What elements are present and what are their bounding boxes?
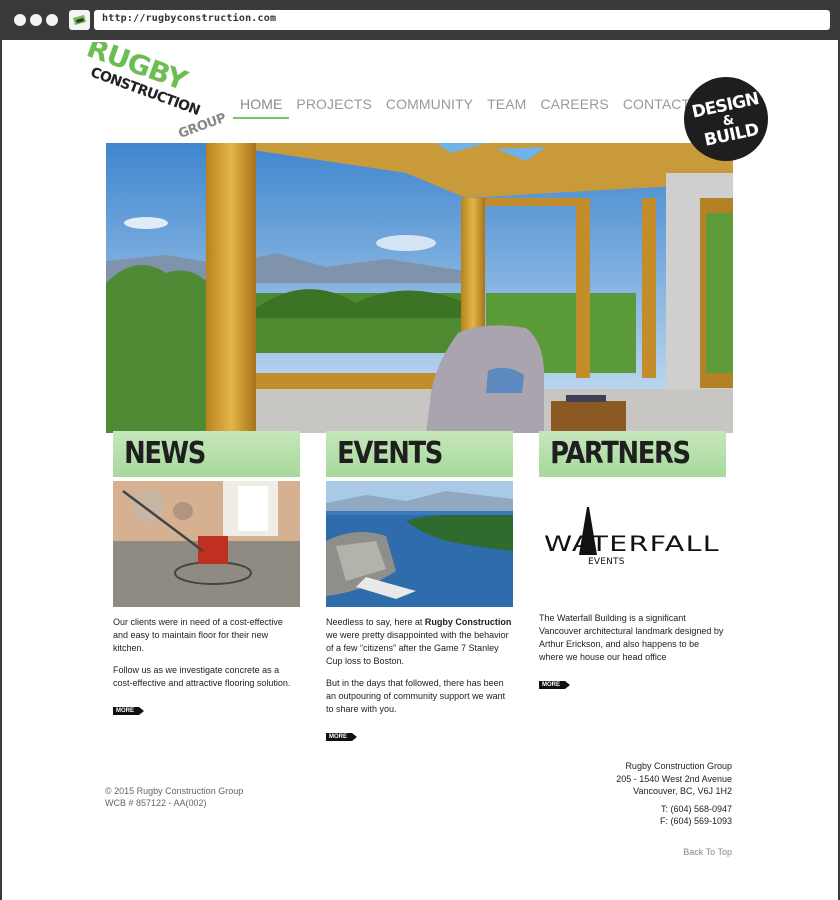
partners-column: PARTNERS WATERFALL EVENTS The Waterfall …: [539, 431, 726, 691]
news-header: NEWS: [113, 431, 300, 477]
news-more-button[interactable]: MORE: [113, 707, 144, 715]
events-paragraph: Needless to say, here at Rugby Construct…: [326, 616, 513, 668]
partners-header: PARTNERS: [539, 431, 726, 477]
window-dot-icon[interactable]: [46, 14, 58, 26]
events-company-name: Rugby Construction: [424, 617, 512, 627]
footer-left: © 2015 Rugby Construction Group WCB # 85…: [105, 785, 243, 809]
partners-more-button[interactable]: MORE: [539, 681, 570, 689]
badge-build: BUILD: [702, 120, 760, 151]
company-name: Rugby Construction Group: [625, 761, 732, 771]
nav-careers[interactable]: CAREERS: [533, 95, 615, 119]
partners-text: The Waterfall Building is a significant …: [539, 612, 726, 691]
phone: T: (604) 568-0947: [660, 803, 732, 814]
footer-contact: Rugby Construction Group 205 - 1540 West…: [616, 760, 732, 828]
events-column: EVENTS Needless to say, here at Rugby Co…: [326, 431, 513, 743]
browser-chrome: http://rugbyconstruction.com: [0, 0, 840, 40]
back-to-top-link[interactable]: Back To Top: [683, 847, 732, 857]
copyright: © 2015 Rugby Construction Group: [105, 786, 244, 796]
nav-projects[interactable]: PROJECTS: [289, 95, 378, 119]
nav-home[interactable]: HOME: [233, 95, 290, 119]
events-text: Needless to say, here at Rugby Construct…: [326, 616, 513, 743]
address-line: 205 - 1540 West 2nd Avenue: [616, 773, 732, 784]
hero-image: [106, 143, 733, 433]
site-logo[interactable]: RUGBY CONSTRUCTION GROUP: [76, 31, 228, 142]
waterfall-logo-sub: EVENTS: [588, 557, 625, 567]
address-bar[interactable]: http://rugbyconstruction.com: [94, 10, 830, 30]
nav-community[interactable]: COMMUNITY: [379, 95, 480, 119]
news-paragraph: Our clients were in need of a cost-effec…: [113, 617, 283, 653]
partners-title: PARTNERS: [550, 436, 691, 471]
waterfall-events-logo[interactable]: WATERFALL EVENTS: [539, 481, 726, 607]
waterfall-logo-text: WATERFALL: [544, 532, 720, 556]
news-column: NEWS Our clients were in need of a cost-…: [113, 431, 300, 717]
events-title: EVENTS: [337, 436, 443, 471]
news-title: NEWS: [124, 436, 206, 471]
partners-paragraph: The Waterfall Building is a significant …: [539, 613, 724, 662]
window-dot-icon[interactable]: [14, 14, 26, 26]
url-text: http://rugbyconstruction.com: [102, 13, 277, 24]
news-text: Our clients were in need of a cost-effec…: [113, 616, 300, 717]
news-paragraph: Follow us as we investigate concrete as …: [113, 665, 291, 688]
window-dot-icon[interactable]: [30, 14, 42, 26]
events-more-button[interactable]: MORE: [326, 733, 357, 741]
nav-team[interactable]: TEAM: [480, 95, 533, 119]
frame-left: [0, 40, 2, 900]
wcb-number: WCB # 857122 - AA(002): [105, 798, 207, 808]
fax: F: (604) 569-1093: [659, 816, 732, 826]
events-text-pre: Needless to say, here at: [326, 617, 425, 627]
events-text-post: we were pretty disappointed with the beh…: [326, 630, 509, 666]
main-nav: HOME PROJECTS COMMUNITY TEAM CAREERS CON…: [233, 95, 697, 119]
design-build-badge: DESIGN & BUILD: [684, 77, 768, 161]
events-header: EVENTS: [326, 431, 513, 477]
logo-group: GROUP: [176, 111, 226, 137]
favicon-icon: [69, 10, 90, 30]
address-line: Vancouver, BC, V6J 1H2: [633, 786, 732, 796]
events-image[interactable]: [326, 481, 513, 607]
news-image[interactable]: [113, 481, 300, 607]
events-paragraph: But in the days that followed, there has…: [326, 678, 506, 714]
